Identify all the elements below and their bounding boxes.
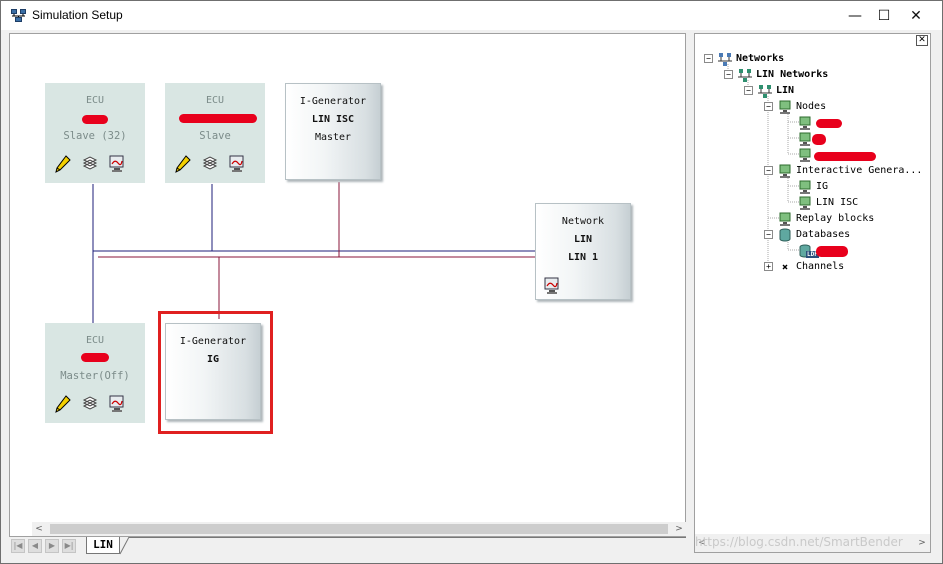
redaction-mark: [814, 152, 876, 161]
tree-item-label: LIN Networks: [756, 69, 829, 80]
interactive-generator-block[interactable]: I-Generator LIN ISC Master: [285, 83, 381, 180]
network-type: Network: [561, 216, 605, 227]
expand-toggle[interactable]: +: [764, 262, 773, 271]
next-sheet-button[interactable]: ▶: [45, 539, 59, 553]
tree-item-label: Channels: [796, 261, 845, 272]
tree-item-label: Interactive Genera...: [796, 165, 923, 176]
ecu-mode: Master(Off): [60, 370, 130, 382]
ecu-block[interactable]: ECU Slave: [165, 83, 265, 183]
computer-icon: [799, 148, 811, 162]
ecu-toolbar: [175, 155, 250, 175]
ecu-mode: Slave (32): [63, 130, 127, 142]
network-block[interactable]: Network LIN LIN 1: [535, 203, 631, 300]
ecu-label: ECU: [85, 335, 105, 346]
network-icon: [738, 69, 752, 82]
tree-item-label: LIN ISC: [816, 197, 859, 208]
interactive-generator-block-selected[interactable]: I-Generator IG: [165, 323, 261, 420]
tab-divider: [129, 537, 686, 538]
canvas-horizontal-scrollbar[interactable]: < >: [32, 522, 686, 536]
generator-name: LIN ISC: [311, 114, 355, 125]
simulation-setup-icon: [11, 9, 26, 22]
ecu-toolbar: [55, 395, 130, 415]
scroll-right-arrow[interactable]: >: [672, 522, 686, 536]
ecu-mode: Slave: [199, 130, 231, 142]
monitor-icon[interactable]: [109, 395, 125, 413]
computer-icon: [779, 100, 791, 114]
scroll-left-arrow[interactable]: <: [32, 522, 46, 536]
generator-role: Master: [314, 132, 352, 143]
tree-item-label: Nodes: [796, 101, 827, 112]
tree-item-label: Databases: [796, 229, 851, 240]
previous-sheet-button[interactable]: ◀: [28, 539, 42, 553]
tab-slant: [120, 537, 130, 555]
ecu-label: ECU: [205, 95, 225, 106]
collapse-toggle[interactable]: −: [724, 70, 733, 79]
pencil-icon[interactable]: [175, 155, 191, 173]
redaction-mark: [179, 114, 257, 123]
maximize-button[interactable]: ☐: [868, 5, 900, 27]
computer-icon: [779, 164, 791, 178]
channels-icon: [782, 264, 788, 270]
generator-type: I-Generator: [179, 336, 247, 347]
network-name: LIN 1: [567, 252, 599, 263]
generator-name: IG: [206, 354, 220, 365]
generator-type: I-Generator: [299, 96, 367, 107]
watermark-text: https://blog.csdn.net/SmartBender: [695, 535, 903, 549]
tree-item-label: LIN: [776, 85, 795, 96]
ecu-label: ECU: [85, 95, 105, 106]
simulation-canvas[interactable]: ECU Slave (32) ECU Slave I-Generator LIN…: [9, 33, 686, 537]
redaction-mark: [82, 115, 108, 124]
window-title: Simulation Setup: [32, 8, 123, 22]
network-protocol: LIN: [573, 234, 593, 245]
redaction-mark: [812, 134, 826, 145]
ecu-toolbar: [55, 155, 130, 175]
computer-icon: [779, 212, 791, 226]
redaction-mark: [816, 246, 848, 257]
computer-icon: [799, 180, 811, 194]
minimize-button[interactable]: —: [839, 5, 871, 27]
collapse-toggle[interactable]: −: [764, 230, 773, 239]
tree-item-label: IG: [816, 181, 829, 192]
tree-item-label: Networks: [736, 53, 785, 64]
computer-icon: [799, 116, 811, 130]
close-button[interactable]: ✕: [900, 5, 932, 27]
monitor-icon[interactable]: [544, 277, 560, 298]
network-icon: [758, 85, 772, 98]
stack-icon[interactable]: [82, 395, 98, 413]
scrollbar-thumb[interactable]: [50, 524, 668, 534]
collapse-toggle[interactable]: −: [704, 54, 713, 63]
ecu-block[interactable]: ECU Master(Off): [45, 323, 145, 423]
computer-icon: [799, 132, 811, 146]
sheet-tab-bar: |◀ ◀ ▶ ▶| LIN: [9, 537, 686, 555]
network-icon: [718, 53, 732, 66]
monitor-icon[interactable]: [229, 155, 245, 173]
collapse-toggle[interactable]: −: [764, 102, 773, 111]
stack-icon[interactable]: [82, 155, 98, 173]
tree-item-label: Replay blocks: [796, 213, 875, 224]
network-tree[interactable]: − Networks − LIN Networks − LIN − Nodes: [695, 34, 930, 534]
pencil-icon[interactable]: [55, 395, 71, 413]
tab-lin[interactable]: LIN: [86, 537, 120, 554]
stack-icon[interactable]: [202, 155, 218, 173]
network-tree-pane: ✕ − Networks − LIN Networks − LIN − Node…: [694, 33, 931, 553]
title-bar: Simulation Setup — ☐ ✕: [0, 0, 943, 30]
computer-icon: [799, 196, 811, 210]
first-sheet-button[interactable]: |◀: [11, 539, 25, 553]
collapse-toggle[interactable]: −: [744, 86, 753, 95]
redaction-mark: [81, 353, 109, 362]
ecu-block[interactable]: ECU Slave (32): [45, 83, 145, 183]
database-icon: [779, 228, 791, 242]
scroll-right-arrow[interactable]: >: [915, 536, 929, 550]
pencil-icon[interactable]: [55, 155, 71, 173]
last-sheet-button[interactable]: ▶|: [62, 539, 76, 553]
collapse-toggle[interactable]: −: [764, 166, 773, 175]
redaction-mark: [816, 119, 842, 128]
monitor-icon[interactable]: [109, 155, 125, 173]
